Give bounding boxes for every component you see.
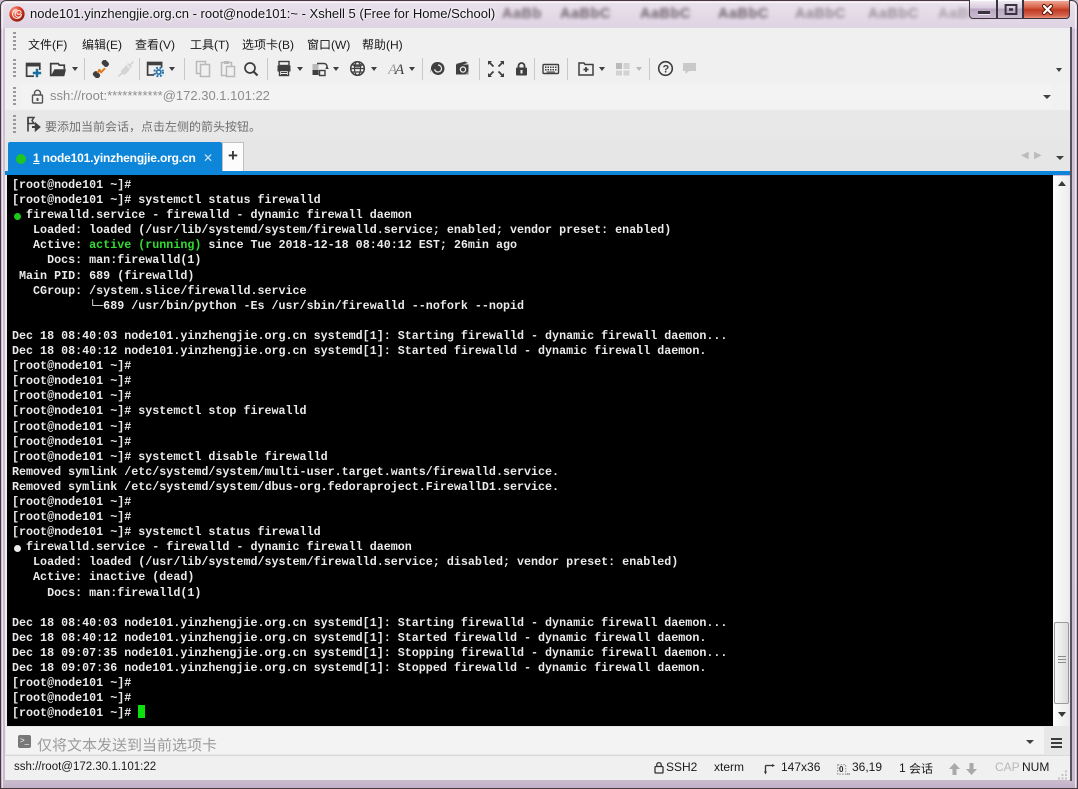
- svg-text:?: ?: [663, 64, 670, 76]
- svg-text:0: 0: [839, 765, 844, 774]
- svg-text:A: A: [394, 62, 405, 78]
